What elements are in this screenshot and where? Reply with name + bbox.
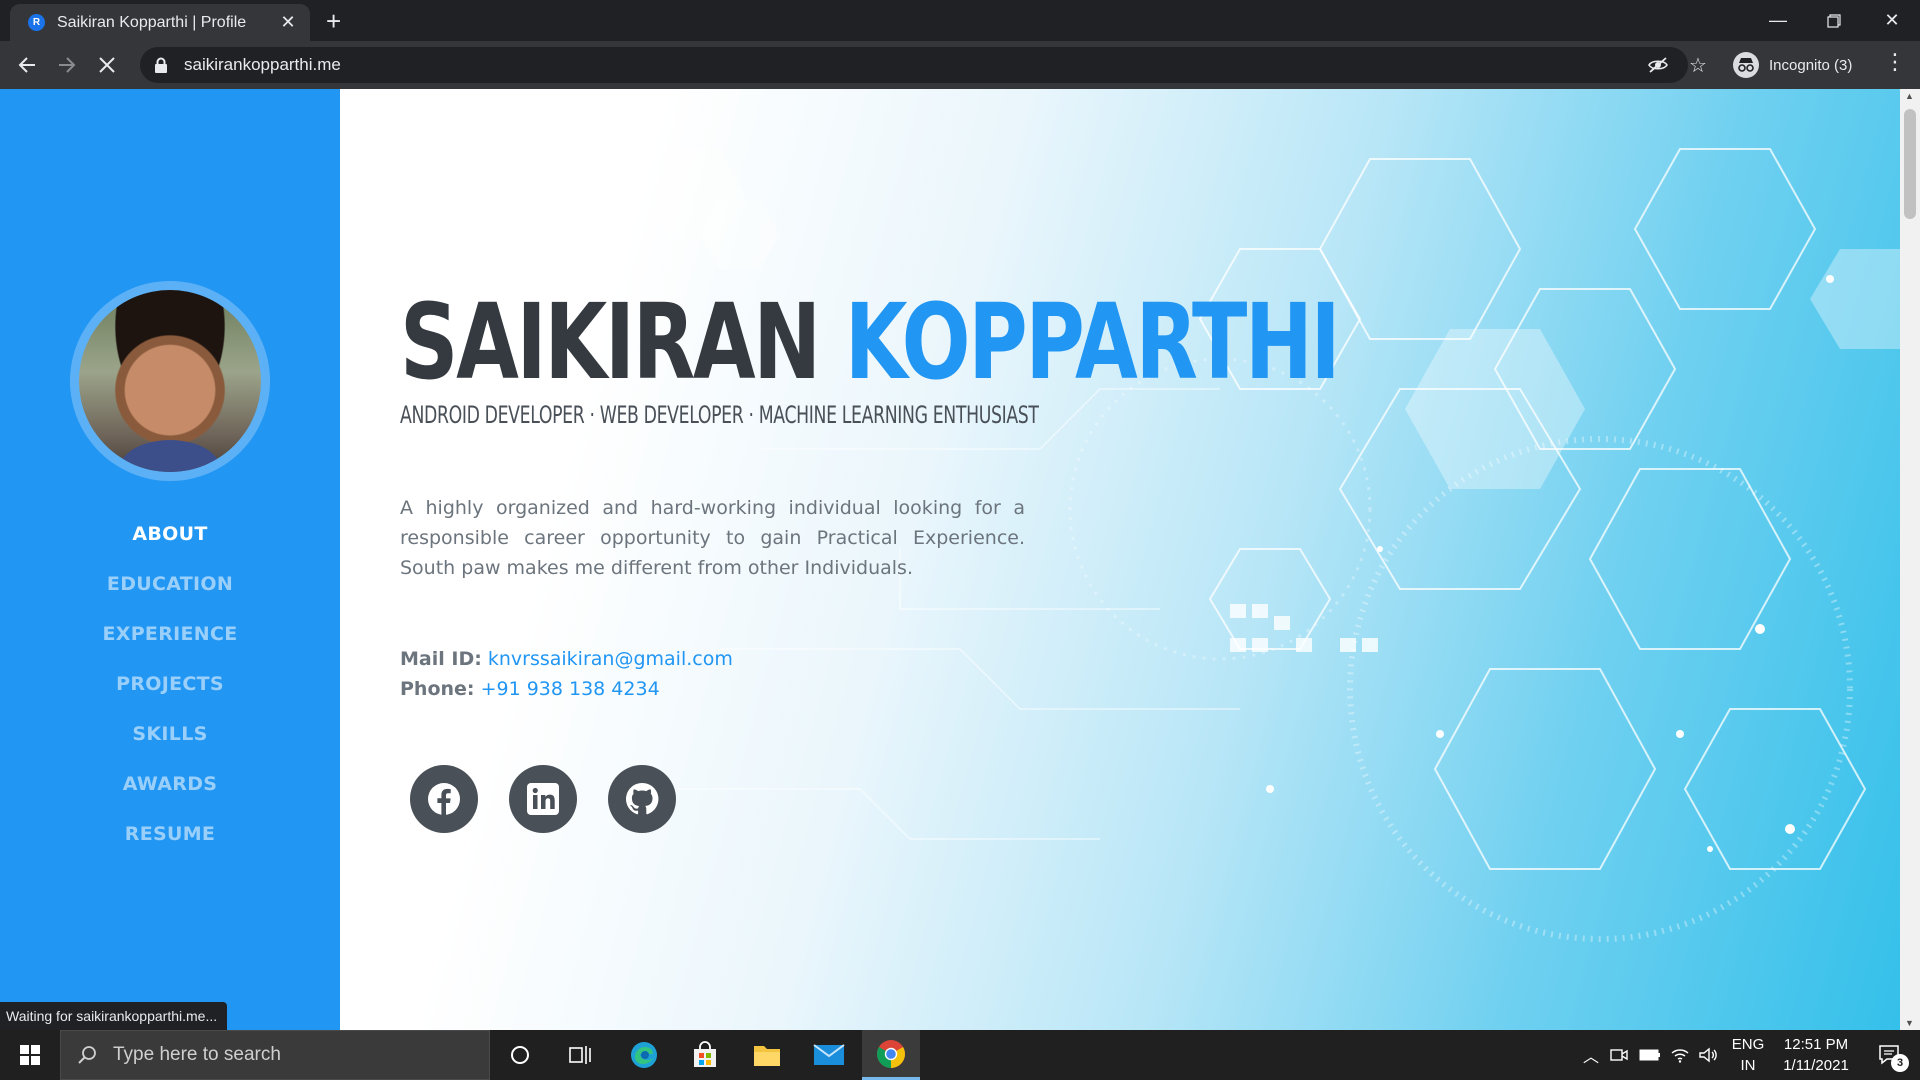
stop-loading-icon[interactable] bbox=[91, 49, 123, 81]
forward-icon[interactable] bbox=[51, 49, 83, 81]
tracking-blocked-icon[interactable] bbox=[1642, 49, 1674, 81]
clock-time: 12:51 PM bbox=[1783, 1036, 1849, 1053]
back-icon[interactable] bbox=[11, 49, 43, 81]
new-tab-icon[interactable]: + bbox=[326, 6, 341, 37]
first-name: SAIKIRAN bbox=[400, 281, 821, 403]
about-section: SAIKIRAN KOPPARTHI ANDROID DEVELOPER · W… bbox=[340, 89, 1900, 1030]
phone-label: Phone: bbox=[400, 678, 475, 700]
start-button[interactable] bbox=[0, 1030, 60, 1080]
incognito-profile-button[interactable]: Incognito (3) bbox=[1733, 49, 1852, 81]
favicon-icon: R bbox=[28, 14, 45, 31]
clock[interactable]: 12:51 PM 1/11/2021 bbox=[1774, 1034, 1858, 1076]
page-viewport: ABOUT EDUCATION EXPERIENCE PROJECTS SKIL… bbox=[0, 89, 1920, 1030]
avatar bbox=[79, 290, 261, 472]
microsoft-store-icon[interactable] bbox=[678, 1030, 732, 1080]
battery-icon[interactable] bbox=[1636, 1030, 1664, 1080]
bookmark-star-icon[interactable]: ☆ bbox=[1682, 49, 1714, 81]
windows-logo-icon bbox=[20, 1045, 40, 1065]
language-indicator[interactable]: ENG IN bbox=[1728, 1034, 1768, 1076]
status-bubble: Waiting for saikirankopparthi.me... bbox=[0, 1002, 228, 1030]
minimize-icon[interactable]: — bbox=[1750, 0, 1806, 41]
facebook-icon bbox=[428, 783, 460, 815]
profile-photo-frame bbox=[70, 281, 270, 481]
scroll-up-icon[interactable]: ▲ bbox=[1905, 91, 1914, 101]
nav-item-about[interactable]: ABOUT bbox=[0, 509, 340, 559]
address-bar[interactable]: saikirankopparthi.me bbox=[140, 47, 1688, 83]
email-link[interactable]: knvrssaikiran@gmail.com bbox=[488, 648, 733, 670]
restore-icon[interactable] bbox=[1806, 0, 1862, 41]
phone-row: Phone: +91 938 138 4234 bbox=[400, 674, 733, 704]
close-window-icon[interactable]: ✕ bbox=[1864, 0, 1920, 41]
tab-close-icon[interactable]: ✕ bbox=[278, 12, 298, 33]
nav-item-experience[interactable]: EXPERIENCE bbox=[0, 609, 340, 659]
browser-tabbar: R Saikiran Kopparthi | Profile ✕ + — ✕ bbox=[0, 0, 1920, 41]
show-hidden-icons-icon[interactable]: ︿ bbox=[1578, 1030, 1604, 1080]
mail-label: Mail ID: bbox=[400, 648, 482, 670]
sidebar: ABOUT EDUCATION EXPERIENCE PROJECTS SKIL… bbox=[0, 89, 340, 1030]
task-view-icon[interactable] bbox=[554, 1030, 606, 1080]
contact-info: Mail ID: knvrssaikiran@gmail.com Phone: … bbox=[400, 644, 733, 704]
mail-app-icon[interactable] bbox=[802, 1030, 856, 1080]
github-icon bbox=[625, 782, 659, 815]
nav-item-projects[interactable]: PROJECTS bbox=[0, 659, 340, 709]
profile-subheading: ANDROID DEVELOPER · WEB DEVELOPER · MACH… bbox=[400, 401, 1039, 429]
search-placeholder: Type here to search bbox=[113, 1044, 281, 1065]
page-scrollbar[interactable]: ▲ ▼ bbox=[1900, 89, 1920, 1030]
windows-taskbar: Type here to search ︿ ENG IN 12:51 PM 1/… bbox=[0, 1030, 1920, 1080]
page-title: SAIKIRAN KOPPARTHI bbox=[400, 281, 1341, 403]
mail-row: Mail ID: knvrssaikiran@gmail.com bbox=[400, 644, 733, 674]
notification-count-badge: 3 bbox=[1891, 1054, 1909, 1072]
last-name: KOPPARTHI bbox=[844, 281, 1341, 403]
linkedin-icon bbox=[527, 783, 559, 815]
edge-browser-icon[interactable] bbox=[617, 1030, 671, 1080]
wifi-icon[interactable] bbox=[1666, 1030, 1694, 1080]
language-line-1: ENG bbox=[1731, 1036, 1765, 1053]
meet-now-icon[interactable] bbox=[1606, 1030, 1632, 1080]
social-links bbox=[410, 765, 676, 833]
taskbar-search-box[interactable]: Type here to search bbox=[60, 1030, 490, 1080]
language-line-2: IN bbox=[1740, 1057, 1756, 1074]
browser-tab[interactable]: R Saikiran Kopparthi | Profile ✕ bbox=[10, 4, 310, 41]
cortana-icon[interactable] bbox=[494, 1030, 546, 1080]
nav-item-awards[interactable]: AWARDS bbox=[0, 759, 340, 809]
sidebar-nav: ABOUT EDUCATION EXPERIENCE PROJECTS SKIL… bbox=[0, 509, 340, 859]
incognito-icon bbox=[1733, 52, 1759, 78]
nav-item-skills[interactable]: SKILLS bbox=[0, 709, 340, 759]
chrome-taskbar-icon[interactable] bbox=[862, 1030, 920, 1080]
url-text: saikirankopparthi.me bbox=[184, 55, 341, 74]
linkedin-button[interactable] bbox=[509, 765, 577, 833]
tab-title: Saikiran Kopparthi | Profile bbox=[57, 13, 247, 31]
volume-icon[interactable] bbox=[1694, 1030, 1722, 1080]
clock-date: 1/11/2021 bbox=[1783, 1057, 1849, 1074]
scrollbar-thumb[interactable] bbox=[1904, 109, 1916, 219]
nav-item-education[interactable]: EDUCATION bbox=[0, 559, 340, 609]
phone-link[interactable]: +91 938 138 4234 bbox=[481, 678, 660, 700]
scroll-down-icon[interactable]: ▼ bbox=[1905, 1018, 1914, 1028]
about-text: A highly organized and hard-working indi… bbox=[400, 497, 1025, 579]
search-icon bbox=[78, 1046, 96, 1064]
browser-toolbar: saikirankopparthi.me ☆ Incognito (3) ⋮ bbox=[0, 41, 1920, 89]
browser-menu-icon[interactable]: ⋮ bbox=[1884, 49, 1906, 75]
notification-center-button[interactable]: 3 bbox=[1868, 1030, 1912, 1080]
facebook-button[interactable] bbox=[410, 765, 478, 833]
nav-item-resume[interactable]: RESUME bbox=[0, 809, 340, 859]
incognito-label: Incognito (3) bbox=[1769, 56, 1853, 74]
github-button[interactable] bbox=[608, 765, 676, 833]
file-explorer-icon[interactable] bbox=[740, 1030, 794, 1080]
lock-icon[interactable] bbox=[154, 57, 168, 73]
